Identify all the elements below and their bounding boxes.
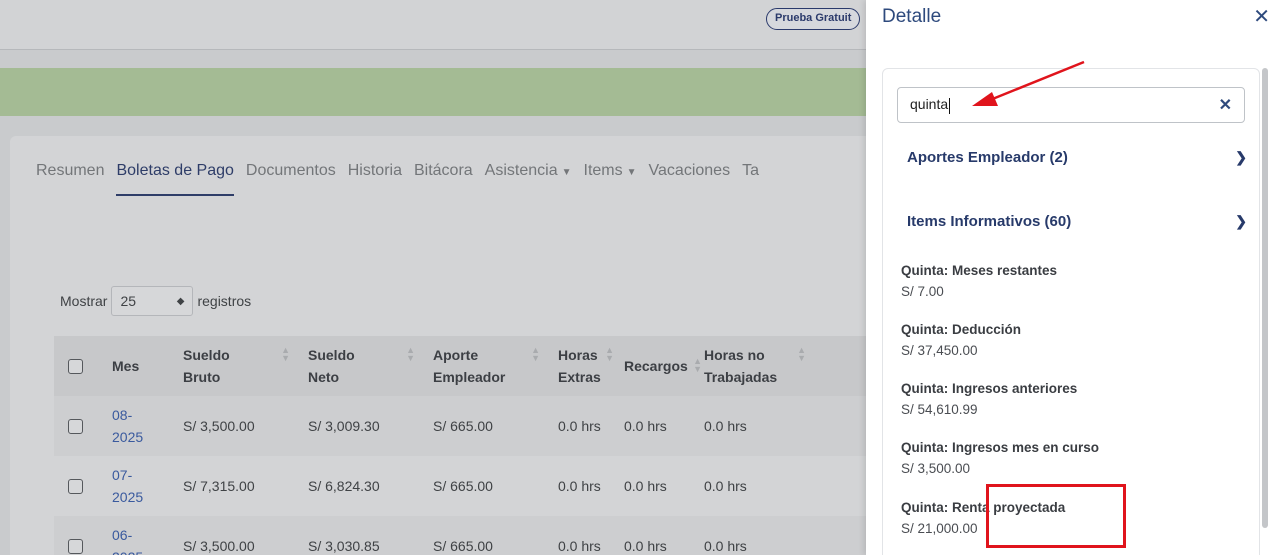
tab-boletas-de-pago[interactable]: Boletas de Pago xyxy=(116,152,234,196)
search-input-value: quinta xyxy=(910,96,949,113)
panel-title: Detalle xyxy=(882,6,942,27)
row-checkbox[interactable] xyxy=(68,418,83,434)
list-item: Quinta: Ingresos anteriores S/ 54,610.99 xyxy=(901,379,1241,421)
col-mes[interactable]: Mes xyxy=(104,355,175,377)
item-label: Quinta: Deducción xyxy=(901,322,1022,337)
item-label: Quinta: Meses restantes xyxy=(901,263,1058,278)
col-horas-extras[interactable]: Horas Extras ▲ ▼ xyxy=(550,344,616,388)
row-checkbox[interactable] xyxy=(68,538,83,554)
item-value: S/ 7.00 xyxy=(901,284,944,299)
search-input[interactable]: quinta ✕ xyxy=(897,87,1245,123)
cell-horas-no-trabajadas: 0.0 hrs xyxy=(704,538,747,554)
table-header: Mes Sueldo Bruto ▲ ▼ Sueldo Neto ▲ ▼ Aporte … xyxy=(54,336,866,396)
sort-icon: ▲ ▼ xyxy=(605,345,614,363)
list-item: Quinta: Meses restantes S/ 7.00 xyxy=(901,261,1241,303)
cell-horas-extras: 0.0 hrs xyxy=(558,478,601,494)
page-length-select[interactable]: 25 ◆ xyxy=(111,286,194,316)
detail-card: quinta ✕ Aportes Empleador (2) ❯ Items I… xyxy=(882,68,1260,555)
cell-horas-no-trabajadas: 0.0 hrs xyxy=(704,478,747,494)
cell-sueldo-bruto: S/ 3,500.00 xyxy=(183,538,255,554)
row-checkbox[interactable] xyxy=(68,478,83,494)
cell-aporte-empleador: S/ 665.00 xyxy=(433,538,493,554)
cell-sueldo-bruto: S/ 3,500.00 xyxy=(183,418,255,434)
section-aportes-empleador[interactable]: Aportes Empleador (2) ❯ xyxy=(907,149,1247,166)
table-row: 07- 2025 S/ 7,315.00 S/ 6,824.30 S/ 665.… xyxy=(54,456,866,516)
col-recargos[interactable]: Recargos ▲ ▼ xyxy=(616,355,702,377)
caret-down-icon: ▼ xyxy=(561,167,572,178)
cell-sueldo-neto: S/ 6,824.30 xyxy=(308,478,380,494)
cell-recargos: 0.0 hrs xyxy=(624,538,667,554)
cell-sueldo-neto: S/ 3,030.85 xyxy=(308,538,380,554)
caret-down-icon: ▼ xyxy=(626,167,637,178)
mes-link[interactable]: 07- 2025 xyxy=(104,464,175,508)
sort-icon: ▲ ▼ xyxy=(797,345,806,363)
col-aporte-empleador[interactable]: Aporte Empleador ▲ ▼ xyxy=(425,344,550,388)
tab-documentos[interactable]: Documentos xyxy=(246,152,336,196)
cell-horas-extras: 0.0 hrs xyxy=(558,418,601,434)
tab-resumen[interactable]: Resumen xyxy=(36,152,104,196)
list-item: Quinta: Ingresos mes en curso S/ 3,500.0… xyxy=(901,438,1241,480)
col-sueldo-neto[interactable]: Sueldo Neto ▲ ▼ xyxy=(300,344,425,388)
close-icon[interactable]: ✕ xyxy=(1253,6,1270,28)
tab-asistencia[interactable]: Asistencia ▼ xyxy=(485,152,572,196)
chevron-down-icon: ❯ xyxy=(1235,149,1247,165)
item-value: S/ 3,500.00 xyxy=(901,461,971,476)
chevron-down-icon: ❯ xyxy=(1235,213,1247,229)
sort-icon: ▲ ▼ xyxy=(281,345,290,363)
item-label: Quinta: Ingresos mes en curso xyxy=(901,440,1100,455)
tab-items[interactable]: Items ▼ xyxy=(584,152,637,196)
sort-icon: ▲ ▼ xyxy=(406,345,415,363)
cell-sueldo-bruto: S/ 7,315.00 xyxy=(183,478,255,494)
show-label: Mostrar xyxy=(60,293,108,309)
item-label: Quinta: Ingresos anteriores xyxy=(901,381,1078,396)
tab-historia[interactable]: Historia xyxy=(348,152,402,196)
mes-link[interactable]: 06- 2025 xyxy=(104,524,175,555)
table-row: 06- 2025 S/ 3,500.00 S/ 3,030.85 S/ 665.… xyxy=(54,516,866,555)
item-value: S/ 54,610.99 xyxy=(901,402,978,417)
mes-link[interactable]: 08- 2025 xyxy=(104,404,175,448)
cell-aporte-empleador: S/ 665.00 xyxy=(433,478,493,494)
tab-bitacora[interactable]: Bitácora xyxy=(414,152,473,196)
cell-recargos: 0.0 hrs xyxy=(624,418,667,434)
notification-banner xyxy=(0,68,866,116)
section-items-informativos[interactable]: Items Informativos (60) ❯ xyxy=(907,213,1247,230)
sort-icon: ▲ ▼ xyxy=(531,345,540,363)
employee-tabs: Resumen Boletas de Pago Documentos Histo… xyxy=(36,152,771,198)
highlight-annotation xyxy=(986,484,1126,548)
tab-vacaciones[interactable]: Vacaciones xyxy=(649,152,731,196)
table-row: 08- 2025 S/ 3,500.00 S/ 3,009.30 S/ 665.… xyxy=(54,396,866,456)
detail-panel: Detalle ✕ quinta ✕ Aportes Empleador (2)… xyxy=(866,0,1278,555)
records-label: registros xyxy=(197,293,252,309)
tab-truncated[interactable]: Ta xyxy=(742,152,759,196)
top-navbar: Prueba Gratuit xyxy=(0,0,866,50)
col-sueldo-bruto[interactable]: Sueldo Bruto ▲ ▼ xyxy=(175,344,300,388)
clear-icon[interactable]: ✕ xyxy=(1219,95,1232,115)
col-horas-no-trabajadas[interactable]: Horas no Trabajadas ▲ ▼ xyxy=(696,344,816,388)
cell-aporte-empleador: S/ 665.00 xyxy=(433,418,493,434)
panel-scrollbar[interactable] xyxy=(1262,68,1268,528)
cell-recargos: 0.0 hrs xyxy=(624,478,667,494)
select-arrows-icon: ◆ xyxy=(176,295,185,307)
page-length-control: Mostrar 25 ◆ registros xyxy=(60,286,251,316)
item-value: S/ 37,450.00 xyxy=(901,343,978,358)
list-item: Quinta: Deducción S/ 37,450.00 xyxy=(901,320,1241,362)
cell-sueldo-neto: S/ 3,009.30 xyxy=(308,418,380,434)
select-all-checkbox[interactable] xyxy=(68,358,83,374)
free-trial-badge[interactable]: Prueba Gratuit xyxy=(766,8,861,30)
cell-horas-extras: 0.0 hrs xyxy=(558,538,601,554)
cell-horas-no-trabajadas: 0.0 hrs xyxy=(704,418,747,434)
payslips-table: Mes Sueldo Bruto ▲ ▼ Sueldo Neto ▲ ▼ Aporte … xyxy=(54,336,866,555)
